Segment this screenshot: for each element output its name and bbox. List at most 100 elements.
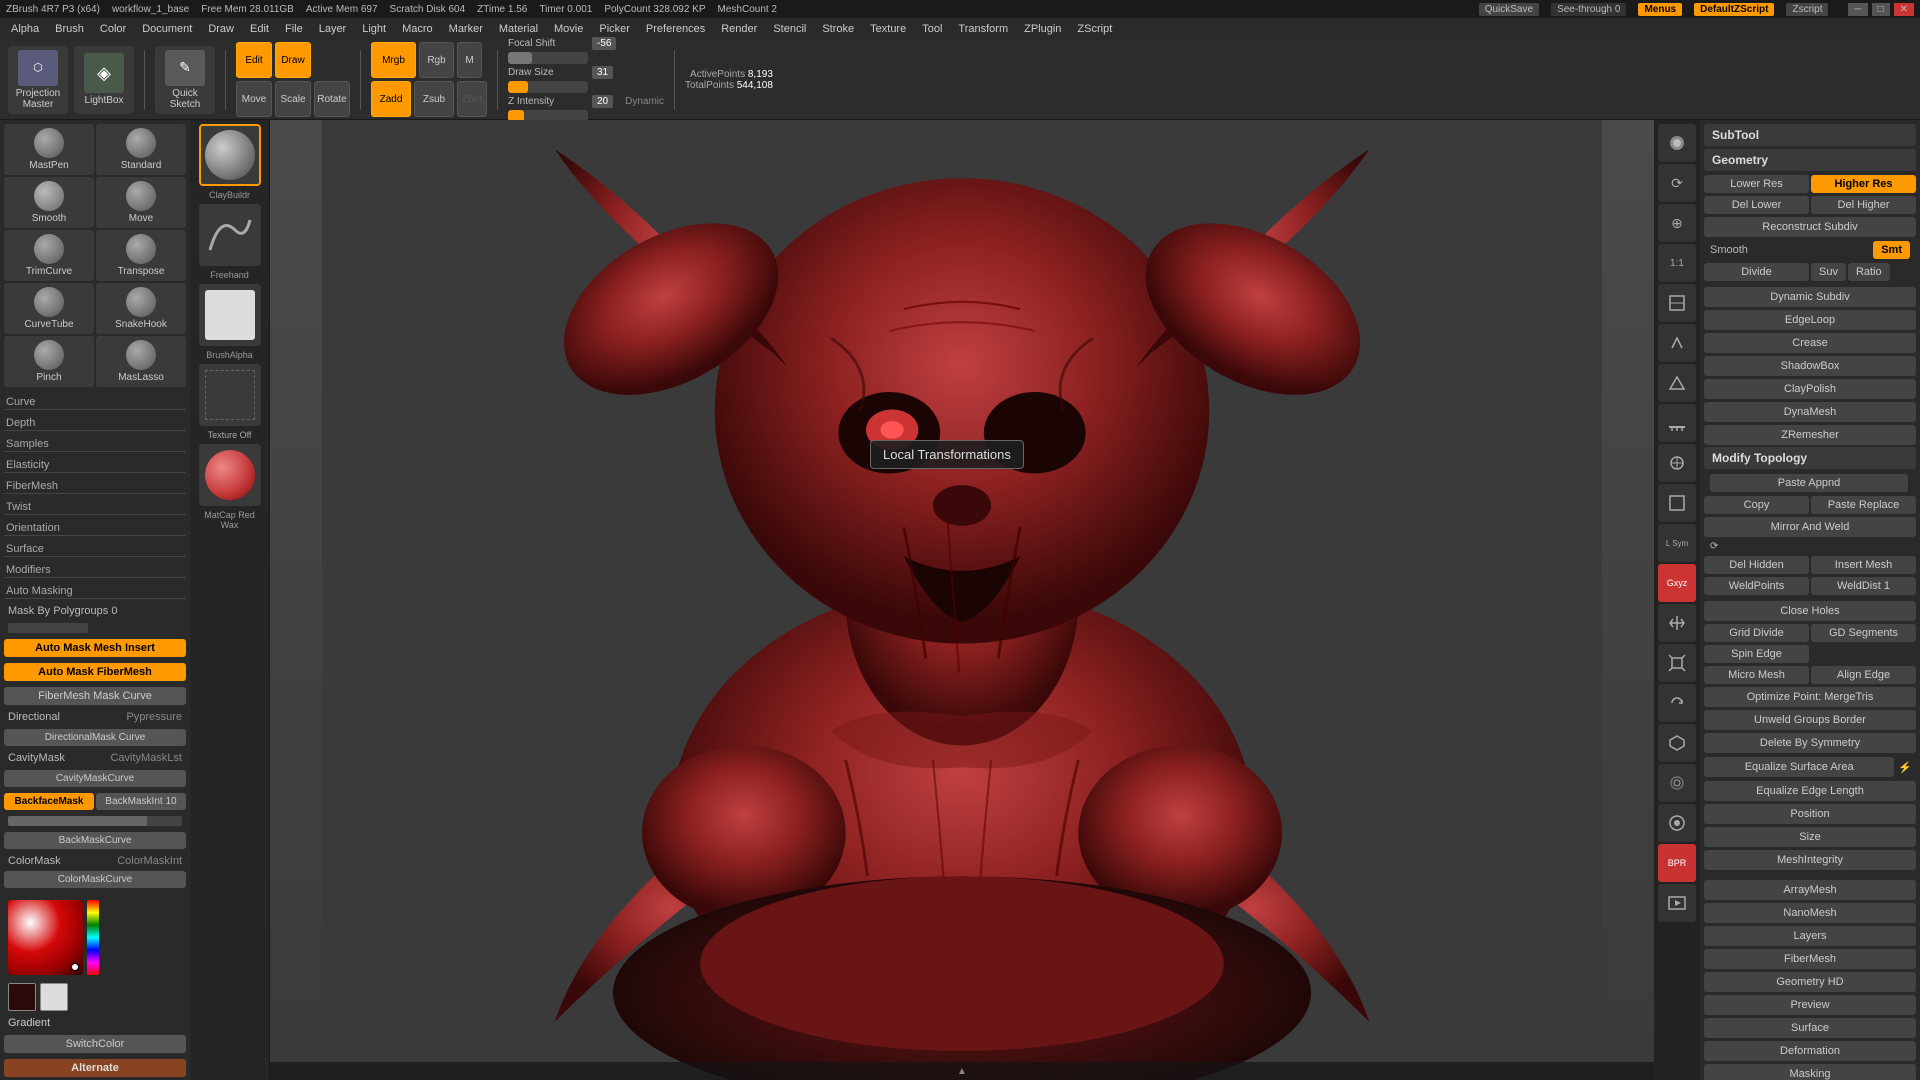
depth-section[interactable]: Depth: [4, 414, 186, 431]
fibermesh-btn[interactable]: FiberMesh: [1704, 949, 1916, 969]
local-icon-btn[interactable]: [1658, 444, 1696, 482]
size-btn[interactable]: Size: [1704, 827, 1916, 847]
move2-icon-btn[interactable]: [1658, 604, 1696, 642]
menu-stencil[interactable]: Stencil: [766, 21, 813, 37]
hue-bar[interactable]: [87, 900, 99, 975]
samples-section[interactable]: Samples: [4, 435, 186, 452]
quicksave-btn[interactable]: QuickSave: [1479, 3, 1539, 16]
higher-res-btn[interactable]: Higher Res: [1811, 175, 1916, 193]
preview-btn[interactable]: Preview: [1704, 995, 1916, 1015]
zremesher-btn[interactable]: ZRemesher: [1704, 425, 1916, 445]
quick-sketch-btn[interactable]: ✎ QuickSketch: [155, 46, 215, 114]
brush-mastpen[interactable]: MastPen: [4, 124, 94, 175]
gd-segments-btn[interactable]: GD Segments: [1811, 624, 1916, 642]
directional-mask-curve-btn[interactable]: DirectionalMask Curve: [4, 729, 186, 746]
weld-points-btn[interactable]: WeldPoints: [1704, 577, 1809, 595]
clay-builder-thumb[interactable]: [199, 124, 261, 186]
surface-section[interactable]: Surface: [4, 540, 186, 557]
modify-topology-section[interactable]: Modify Topology: [1704, 447, 1916, 469]
unweld-groups-border-btn[interactable]: Unweld Groups Border: [1704, 710, 1916, 730]
actual-icon-btn[interactable]: 1:1: [1658, 244, 1696, 282]
shadowbox-btn[interactable]: ShadowBox: [1704, 356, 1916, 376]
see-through[interactable]: See-through 0: [1551, 3, 1626, 16]
auto-masking-section[interactable]: Auto Masking: [4, 582, 186, 599]
aaall-icon-btn[interactable]: [1658, 284, 1696, 322]
menu-tool[interactable]: Tool: [915, 21, 949, 37]
m-btn[interactable]: M: [457, 42, 482, 78]
menu-draw[interactable]: Draw: [201, 21, 241, 37]
persp-icon-btn[interactable]: [1658, 364, 1696, 402]
renderall-icon-btn[interactable]: [1658, 884, 1696, 922]
dynamic-label[interactable]: Dynamic: [625, 96, 664, 107]
mirror-and-weld-btn[interactable]: Mirror And Weld: [1704, 517, 1916, 537]
window-controls[interactable]: ─ □ ✕: [1848, 3, 1914, 16]
brush-pinch[interactable]: Pinch: [4, 336, 94, 387]
back-mask-curve-btn[interactable]: BackMaskCurve: [4, 832, 186, 849]
position-btn[interactable]: Position: [1704, 804, 1916, 824]
brush-alpha-thumb[interactable]: [199, 284, 261, 346]
array-mesh-btn[interactable]: ArrayMesh: [1704, 880, 1916, 900]
menu-transform[interactable]: Transform: [951, 21, 1015, 37]
paste-appnd-btn[interactable]: Paste Appnd: [1710, 474, 1908, 492]
suv-btn[interactable]: Suv: [1811, 263, 1846, 281]
background-swatch[interactable]: [40, 983, 68, 1011]
draw-btn[interactable]: Draw: [275, 42, 311, 78]
brush-snakehook[interactable]: SnakeHook: [96, 283, 186, 334]
weld-dist1-btn[interactable]: WeldDist 1: [1811, 577, 1916, 595]
focal-shift-val[interactable]: -56: [592, 37, 616, 50]
subtool-section[interactable]: SubTool: [1704, 124, 1916, 146]
matcap-red-thumb[interactable]: [199, 444, 261, 506]
back-mask-int-btn[interactable]: BackMaskInt 10: [96, 793, 186, 810]
menu-zplugin[interactable]: ZPlugin: [1017, 21, 1068, 37]
divide-btn[interactable]: Divide: [1704, 263, 1809, 281]
rotate-btn[interactable]: Rotate: [314, 81, 350, 117]
mrgb-btn[interactable]: Mrgb: [371, 42, 416, 78]
dynamic-subdiv-btn[interactable]: Dynamic Subdiv: [1704, 287, 1916, 307]
scale2-icon-btn[interactable]: [1658, 644, 1696, 682]
claybuilder-icon-btn[interactable]: [1658, 124, 1696, 162]
alternate-btn[interactable]: Alternate: [4, 1059, 186, 1077]
move-btn[interactable]: Move: [236, 81, 272, 117]
smt-btn[interactable]: Smt: [1873, 241, 1910, 259]
menu-color[interactable]: Color: [93, 21, 133, 37]
fibermesh-mask-curve-btn[interactable]: FiberMesh Mask Curve: [4, 687, 186, 705]
menu-marker[interactable]: Marker: [442, 21, 490, 37]
auto-mask-fibermesh-btn[interactable]: Auto Mask FiberMesh: [4, 663, 186, 681]
color-mask-curve-btn[interactable]: ColorMaskCurve: [4, 871, 186, 888]
menu-render[interactable]: Render: [714, 21, 764, 37]
optimize-point-btn[interactable]: Optimize Point: MergeTris: [1704, 687, 1916, 707]
edit-btn[interactable]: Edit: [236, 42, 272, 78]
del-higher-btn[interactable]: Del Higher: [1811, 196, 1916, 214]
backface-mask-btn[interactable]: BackfaceMask: [4, 793, 94, 810]
menu-zscript[interactable]: ZScript: [1070, 21, 1119, 37]
menu-file[interactable]: File: [278, 21, 310, 37]
rotate2-icon-btn[interactable]: [1658, 684, 1696, 722]
edgeloop-btn[interactable]: EdgeLoop: [1704, 310, 1916, 330]
geometry-section[interactable]: Geometry: [1704, 149, 1916, 171]
floor-icon-btn[interactable]: [1658, 404, 1696, 442]
surface-btn[interactable]: Surface: [1704, 1018, 1916, 1038]
default-zscript[interactable]: DefaultZScript: [1694, 3, 1774, 16]
micro-mesh-btn[interactable]: Micro Mesh: [1704, 666, 1809, 684]
menu-brush[interactable]: Brush: [48, 21, 91, 37]
scroll-icon-btn[interactable]: ⟳: [1658, 164, 1696, 202]
grid-divide-btn[interactable]: Grid Divide: [1704, 624, 1809, 642]
color-spectrum[interactable]: [8, 900, 83, 975]
close-holes-btn[interactable]: Close Holes: [1704, 601, 1916, 621]
solo-icon-btn[interactable]: [1658, 804, 1696, 842]
brush-move[interactable]: Move: [96, 177, 186, 228]
brush-standard[interactable]: Standard: [96, 124, 186, 175]
twist-section[interactable]: Twist: [4, 498, 186, 515]
mesh-integrity-btn[interactable]: MeshIntegrity: [1704, 850, 1916, 870]
layers-btn[interactable]: Layers: [1704, 926, 1916, 946]
lightbox-btn[interactable]: ◈ LightBox: [74, 46, 134, 114]
fibermesh-section[interactable]: FiberMesh: [4, 477, 186, 494]
menu-movie[interactable]: Movie: [547, 21, 590, 37]
spin-edge-btn[interactable]: Spin Edge: [1704, 645, 1809, 663]
switch-color-btn[interactable]: SwitchColor: [4, 1035, 186, 1053]
menu-layer[interactable]: Layer: [312, 21, 354, 37]
modifiers-section[interactable]: Modifiers: [4, 561, 186, 578]
menu-light[interactable]: Light: [355, 21, 393, 37]
menu-alpha[interactable]: Alpha: [4, 21, 46, 37]
zoom-icon-btn[interactable]: ⊕: [1658, 204, 1696, 242]
